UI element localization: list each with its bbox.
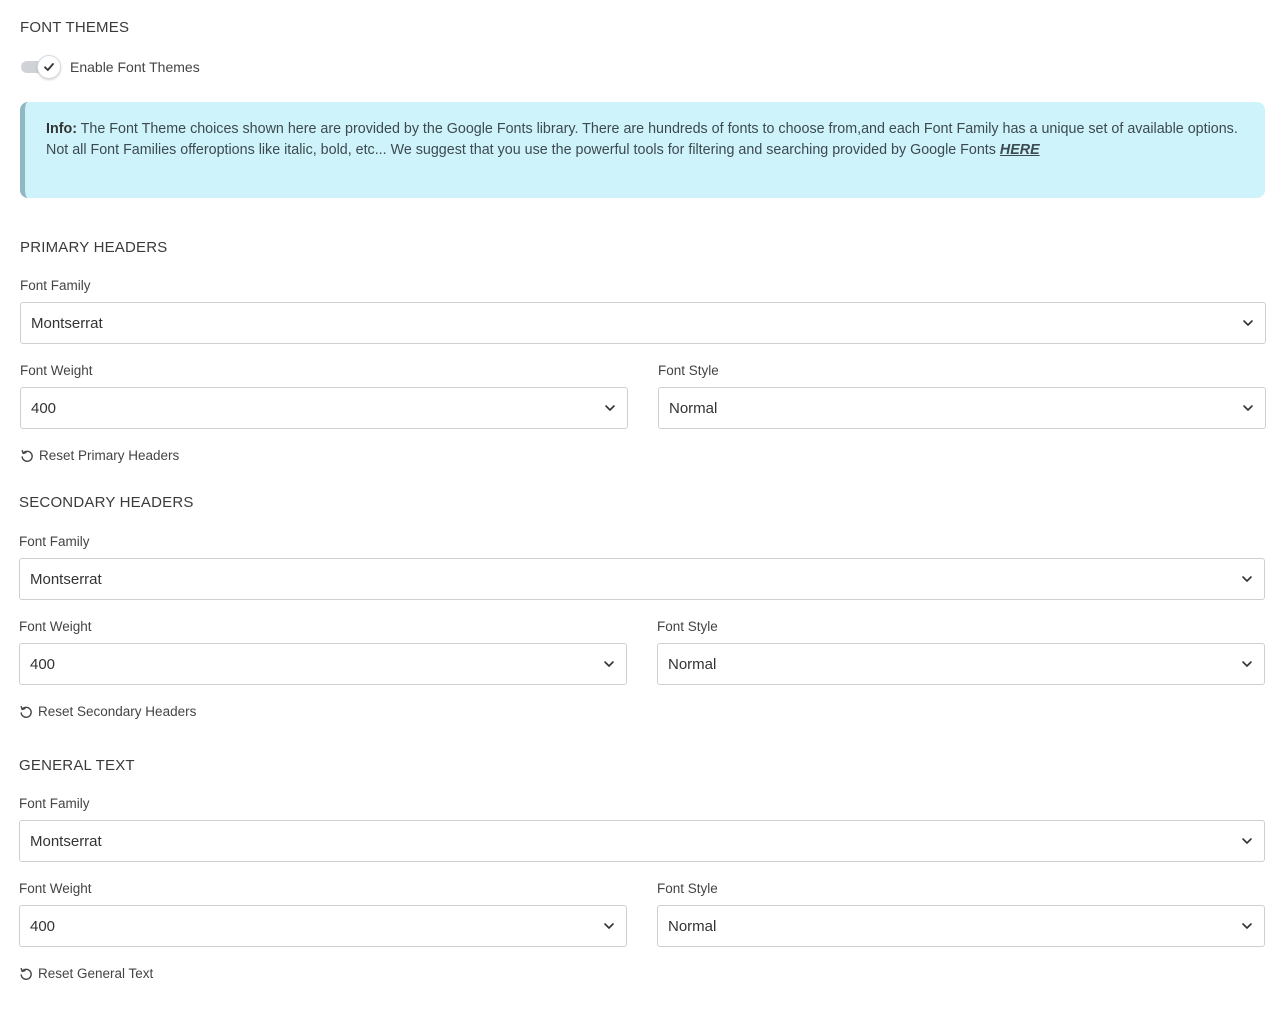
general-font-style-select[interactable]: Normal xyxy=(657,905,1265,947)
secondary-headers-title: SECONDARY HEADERS xyxy=(19,494,194,511)
general-font-weight-select[interactable]: 400 xyxy=(19,905,627,947)
font-themes-title: FONT THEMES xyxy=(20,19,130,36)
primary-font-family-value: Montserrat xyxy=(31,314,103,332)
info-prefix: Info: xyxy=(46,121,77,137)
secondary-font-style-select[interactable]: Normal xyxy=(657,643,1265,685)
general-text-title: GENERAL TEXT xyxy=(19,757,135,774)
primary-font-style-value: Normal xyxy=(669,399,718,417)
general-font-style-label: Font Style xyxy=(657,881,718,896)
chevron-down-icon xyxy=(1241,658,1253,670)
secondary-font-style-value: Normal xyxy=(668,655,717,673)
primary-font-weight-value: 400 xyxy=(31,399,57,417)
general-font-family-value: Montserrat xyxy=(30,832,102,850)
info-body: The Font Theme choices shown here are pr… xyxy=(46,121,1238,158)
secondary-font-style-label: Font Style xyxy=(657,619,718,634)
check-icon xyxy=(44,63,54,71)
primary-headers-title: PRIMARY HEADERS xyxy=(20,239,168,256)
general-font-style-value: Normal xyxy=(668,917,717,935)
primary-font-weight-label: Font Weight xyxy=(20,363,93,378)
chevron-down-icon xyxy=(1241,573,1253,585)
reset-general-text-button[interactable]: Reset General Text xyxy=(19,966,153,981)
reset-icon xyxy=(19,705,33,719)
reset-secondary-headers-button[interactable]: Reset Secondary Headers xyxy=(19,704,196,719)
general-font-family-select[interactable]: Montserrat xyxy=(19,820,1265,862)
reset-primary-headers-button[interactable]: Reset Primary Headers xyxy=(20,448,179,463)
toggle-knob[interactable] xyxy=(37,55,61,79)
chevron-down-icon xyxy=(1242,317,1254,329)
primary-font-family-label: Font Family xyxy=(20,278,91,293)
chevron-down-icon xyxy=(1241,920,1253,932)
chevron-down-icon xyxy=(603,658,615,670)
chevron-down-icon xyxy=(1241,835,1253,847)
primary-font-weight-select[interactable]: 400 xyxy=(20,387,628,429)
enable-font-themes-label: Enable Font Themes xyxy=(70,59,200,75)
primary-font-family-select[interactable]: Montserrat xyxy=(20,302,1266,344)
google-fonts-link[interactable]: HERE xyxy=(1000,142,1040,158)
secondary-font-family-label: Font Family xyxy=(19,534,90,549)
info-alert: Info: The Font Theme choices shown here … xyxy=(20,102,1265,198)
secondary-font-weight-label: Font Weight xyxy=(19,619,92,634)
secondary-font-weight-value: 400 xyxy=(30,655,56,673)
reset-icon xyxy=(19,967,33,981)
secondary-font-family-value: Montserrat xyxy=(30,570,102,588)
reset-secondary-headers-label: Reset Secondary Headers xyxy=(38,704,197,719)
reset-icon xyxy=(20,449,34,463)
enable-font-themes-toggle-row[interactable]: Enable Font Themes xyxy=(21,54,200,80)
chevron-down-icon xyxy=(603,920,615,932)
secondary-font-weight-select[interactable]: 400 xyxy=(19,643,627,685)
general-font-family-label: Font Family xyxy=(19,796,90,811)
general-font-weight-value: 400 xyxy=(30,917,56,935)
primary-font-style-select[interactable]: Normal xyxy=(658,387,1266,429)
reset-general-text-label: Reset General Text xyxy=(38,966,154,981)
general-font-weight-label: Font Weight xyxy=(19,881,92,896)
secondary-font-family-select[interactable]: Montserrat xyxy=(19,558,1265,600)
primary-font-style-label: Font Style xyxy=(658,363,719,378)
chevron-down-icon xyxy=(1242,402,1254,414)
chevron-down-icon xyxy=(604,402,616,414)
font-themes-settings-page: FONT THEMES Enable Font Themes Info: The… xyxy=(0,0,1285,1022)
enable-font-themes-toggle[interactable] xyxy=(21,55,61,79)
reset-primary-headers-label: Reset Primary Headers xyxy=(39,448,180,463)
